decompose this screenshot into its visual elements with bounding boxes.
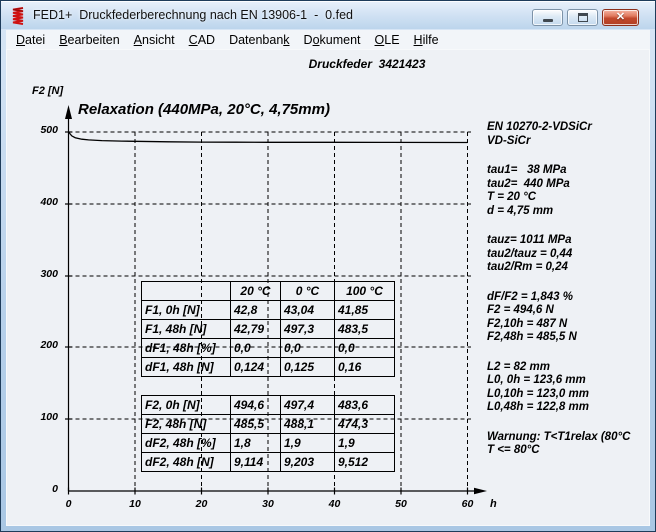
results-table: 20 °C 0 °C 100 °C F1, 0h [N] 42,8 43,04 … [141,281,395,472]
table-row: F1, 0h [N] 42,8 43,04 41,85 [142,301,395,320]
drawing-area: Druckfeder 3421423 [6,49,650,526]
length-group: L2 = 82 mm L0, 0h = 123,6 mm L0,10h = 12… [487,361,647,415]
material-norm: EN 10270-2-VDSiCr [487,121,647,135]
menu-cad[interactable]: CAD [182,32,222,48]
menu-dokument[interactable]: Dokument [297,32,368,48]
y-tick-400: 400 [24,196,58,208]
table-row: F1, 48h [N] 42,79 497,3 483,5 [142,320,395,339]
menu-bearbeiten[interactable]: Bearbeiten [52,32,126,48]
maximize-icon [578,13,588,22]
x-tick-50: 50 [386,498,416,510]
y-tick-500: 500 [24,124,58,136]
y-axis-label: F2 [N] [32,85,63,97]
x-tick-10: 10 [120,498,150,510]
close-button[interactable]: ✕ [602,9,639,26]
menu-ansicht[interactable]: Ansicht [127,32,182,48]
menu-ole[interactable]: OLE [368,32,407,48]
chart-title: Relaxation (440MPa, 20°C, 4,75mm) [78,101,330,118]
menu-datenbank[interactable]: Datenbank [222,32,296,48]
menu-datei[interactable]: Datei [9,32,52,48]
spring-app-icon [10,6,27,25]
x-tick-60: 60 [453,498,483,510]
table-row: F2, 0h [N] 494,6 497,4 483,6 [142,396,395,415]
minimize-button[interactable] [532,9,563,26]
x-tick-30: 30 [253,498,283,510]
y-axis-arrow [65,105,72,119]
results-panel: EN 10270-2-VDSiCr VD-SiCr tau1= 38 MPa t… [487,121,647,474]
menubar: Datei Bearbeiten Ansicht CAD Datenbank D… [6,30,650,49]
table-row: dF1, 48h [%] 0,0 0,0 0,0 [142,339,395,358]
x-tick-20: 20 [187,498,217,510]
menu-hilfe[interactable]: Hilfe [407,32,446,48]
y-tick-300: 300 [24,268,58,280]
y-tick-0: 0 [24,483,58,495]
material-group: EN 10270-2-VDSiCr VD-SiCr [487,121,647,148]
warning-text: Warnung: T<T1relax (80°C [487,431,647,445]
close-icon: ✕ [616,12,625,23]
app-window: FED1+ Druckfederberechnung nach EN 13906… [0,0,656,532]
warning-text-2: T <= 80°C [487,444,647,458]
x-axis-label: h [490,498,497,510]
material-name: VD-SiCr [487,135,647,149]
x-axis-arrow [474,488,487,495]
x-tick-0: 0 [54,498,84,510]
minimize-icon [543,19,553,22]
table-separator-row [142,377,395,396]
stress-group: tau1= 38 MPa tau2= 440 MPa T = 20 °C d =… [487,164,647,218]
y-tick-100: 100 [24,411,58,423]
titlebar[interactable]: FED1+ Druckfederberechnung nach EN 13906… [1,1,655,29]
x-tick-40: 40 [320,498,350,510]
tauz-group: tauz= 1011 MPa tau2/tauz = 0,44 tau2/Rm … [487,234,647,275]
table-row: dF2, 48h [%] 1,8 1,9 1,9 [142,434,395,453]
warning-group: Warnung: T<T1relax (80°C T <= 80°C [487,431,647,458]
table-row: dF1, 48h [N] 0,124 0,125 0,16 [142,358,395,377]
force-group: dF/F2 = 1,843 % F2 = 494,6 N F2,10h = 48… [487,291,647,345]
window-title: FED1+ Druckfederberechnung nach EN 13906… [33,8,353,22]
maximize-button[interactable] [567,9,598,26]
table-row: dF2, 48h [N] 9,114 9,203 9,512 [142,453,395,472]
table-row: F2, 48h [N] 485,5 488,1 474,3 [142,415,395,434]
table-header-row: 20 °C 0 °C 100 °C [142,282,395,301]
y-tick-200: 200 [24,339,58,351]
window-controls: ✕ [532,9,639,26]
